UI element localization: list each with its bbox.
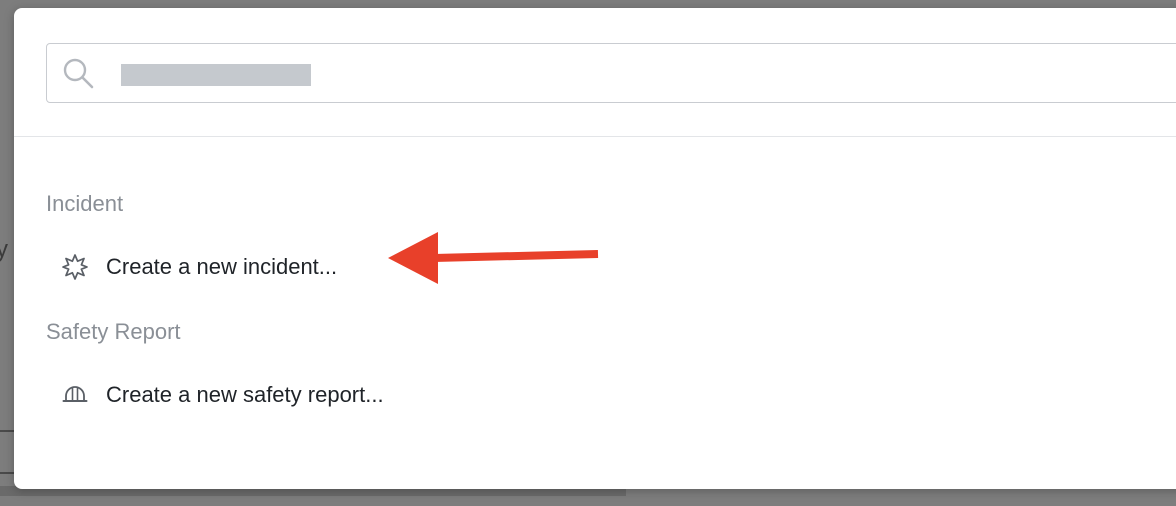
redacted-search-text <box>121 64 311 86</box>
divider <box>14 136 1176 137</box>
annotation-arrow-icon <box>388 232 599 284</box>
search-box[interactable] <box>46 43 1176 103</box>
backdrop-fragment-text: y <box>0 236 8 263</box>
menu-item-create-safety-report[interactable]: Create a new safety report... <box>46 373 646 417</box>
menu-item-label: Create a new safety report... <box>106 382 384 407</box>
menu-item-label: Create a new incident... <box>106 254 338 279</box>
hard-hat-icon <box>62 382 88 408</box>
group-heading-incident: Incident <box>46 191 124 216</box>
search-icon <box>61 56 95 90</box>
group-heading-safety-report: Safety Report <box>46 319 181 344</box>
incident-burst-icon <box>62 254 88 280</box>
